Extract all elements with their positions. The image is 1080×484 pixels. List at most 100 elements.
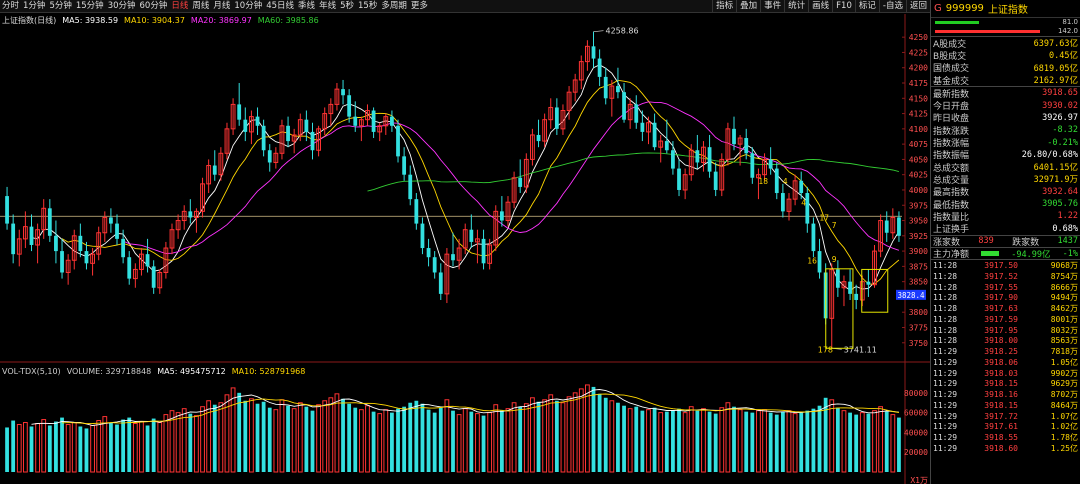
volume-bar	[780, 411, 785, 472]
volume-bar	[84, 428, 89, 472]
toolbar-button-5[interactable]: F10	[832, 0, 855, 13]
tick-price: 3917.72	[984, 411, 1018, 421]
volume-bar	[884, 411, 889, 472]
period-tab-0[interactable]: 分时	[0, 0, 21, 13]
tick-row: 11:28 3917.55 8666万	[931, 282, 1080, 293]
net-flow-pct: -1%	[1062, 248, 1078, 259]
period-tab-9[interactable]: 10分钟	[232, 0, 264, 13]
volume-bar	[725, 402, 731, 473]
net-flow-bar	[981, 251, 1000, 257]
volume-bar	[371, 411, 376, 472]
volume-bar	[353, 407, 358, 472]
volume-bar	[230, 387, 236, 473]
volume-bar	[688, 406, 694, 473]
up-count: 839	[978, 236, 994, 247]
quote-header[interactable]: G 999999 上证指数	[931, 0, 1080, 18]
candle-body	[267, 150, 272, 163]
stat-value: 3918.65	[1042, 88, 1078, 99]
volume-bar	[5, 427, 9, 472]
candle-body	[390, 116, 394, 126]
toolbar-button-7[interactable]: -自选	[878, 0, 906, 13]
tick-row: 11:29 3918.15 8464万	[931, 400, 1080, 411]
period-tab-10[interactable]: 45日线	[264, 0, 296, 13]
volume-bar	[768, 412, 773, 472]
ratio-bars: 81.0 142.0	[931, 18, 1080, 36]
volume-bar	[132, 423, 138, 473]
tick-vol: 8754万	[1050, 271, 1078, 281]
candle-body	[60, 251, 64, 273]
candle-body	[29, 226, 34, 245]
candle-body	[499, 211, 504, 221]
candle-body	[408, 174, 413, 200]
toolbar-button-1[interactable]: 叠加	[736, 0, 760, 13]
volume-bar	[444, 399, 450, 473]
candle-body	[603, 76, 608, 99]
stat-value: 2162.97亿	[1033, 76, 1078, 87]
candle-body	[854, 293, 859, 300]
volume-bar	[750, 412, 755, 472]
candle-body	[884, 220, 889, 233]
volume-bar	[29, 426, 34, 472]
period-tab-5[interactable]: 60分钟	[138, 0, 170, 13]
period-tab-1[interactable]: 1分钟	[21, 0, 47, 13]
volume-bar	[22, 422, 28, 473]
stat-label: 指数涨跌	[933, 126, 970, 137]
period-tab-3[interactable]: 15分钟	[74, 0, 106, 13]
period-tab-14[interactable]: 15秒	[356, 0, 379, 13]
toolbar-button-2[interactable]: 事件	[760, 0, 784, 13]
tick-vol: 9494万	[1050, 293, 1078, 303]
kline-chart[interactable]: 4250 4225 4200 4175 4150 4125 4100 4075 4050 4025…	[0, 0, 930, 484]
volume-bar	[591, 386, 596, 472]
volume-bar	[121, 419, 126, 472]
period-tab-7[interactable]: 周线	[190, 0, 211, 13]
period-tab-2[interactable]: 5分钟	[47, 0, 73, 13]
period-tab-16[interactable]: 更多	[409, 0, 430, 13]
volume-bar	[786, 410, 792, 473]
stat-row: 今日开盘 3930.02	[931, 99, 1080, 113]
price-axis-label: 3800	[909, 308, 928, 317]
candle-body	[127, 257, 132, 279]
period-tab-11[interactable]: 季线	[296, 0, 317, 13]
stat-row: 基金成交 2162.97亿	[931, 74, 1080, 87]
period-tab-6[interactable]: 日线	[169, 0, 190, 13]
tick-price: 3917.55	[984, 282, 1018, 292]
tick-row: 11:28 3917.90 9494万	[931, 293, 1080, 304]
tick-price: 3918.15	[984, 379, 1018, 389]
toolbar-button-3[interactable]: 统计	[784, 0, 808, 13]
period-tab-12[interactable]: 年线	[317, 0, 338, 13]
volume-bar	[322, 400, 328, 473]
candle-body	[432, 257, 437, 273]
stat-row: 国债成交 6819.05亿	[931, 62, 1080, 75]
candle-body	[811, 223, 816, 252]
volume-bar	[505, 408, 511, 473]
volume-bar	[701, 408, 706, 473]
period-tab-4[interactable]: 30分钟	[106, 0, 138, 13]
toolbar-button-4[interactable]: 画线	[808, 0, 832, 13]
volume-bar	[744, 411, 749, 472]
period-tab-15[interactable]: 多周期	[379, 0, 409, 13]
stat-value: 1.22	[1057, 211, 1078, 222]
tick-price: 3917.95	[984, 325, 1018, 335]
toolbar-button-8[interactable]: 返回	[905, 0, 930, 13]
ratio-bar-green	[935, 21, 979, 24]
ratio-bar: 142.0	[931, 27, 1080, 36]
volume-axis-label: 40000	[904, 428, 928, 437]
stat-row: A股成交 6397.63亿	[931, 37, 1080, 50]
tick-row: 11:28 3917.63 8462万	[931, 303, 1080, 314]
volume-bar	[732, 406, 736, 472]
volume-bar	[762, 409, 767, 473]
stat-row: 指数振幅 26.80/0.68%	[931, 149, 1080, 162]
volume-bar	[377, 413, 383, 473]
volume-bar	[310, 410, 315, 472]
tick-list[interactable]: 11:28 3917.50 9068万 11:28 3917.52 8754万 11:28 3…	[931, 259, 1080, 454]
ratio-bar: 81.0	[931, 18, 1080, 27]
volume-bar	[151, 418, 156, 472]
index-name: 上证指数	[987, 5, 1028, 16]
period-tab-8[interactable]: 月线	[211, 0, 232, 13]
ma-legend-item: MA60: 3985.86	[257, 16, 319, 25]
candle-body	[591, 46, 596, 59]
period-tab-13[interactable]: 5秒	[338, 0, 356, 13]
toolbar-button-0[interactable]: 指标	[712, 0, 736, 13]
tick-vol: 8464万	[1050, 400, 1078, 410]
toolbar-button-6[interactable]: 标记	[854, 0, 879, 13]
